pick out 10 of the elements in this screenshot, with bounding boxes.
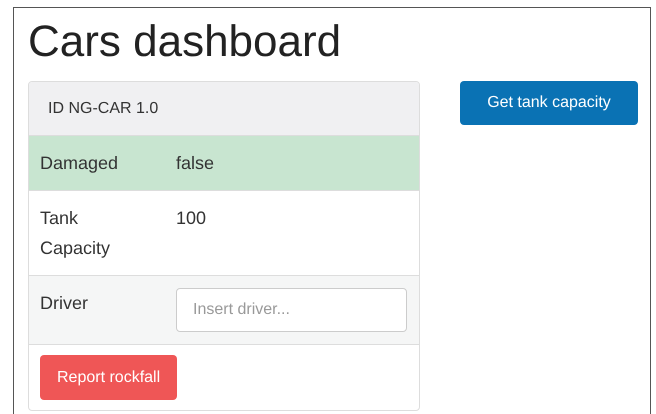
row-label: Tank Capacity bbox=[40, 207, 112, 260]
row-label: Driver bbox=[40, 292, 89, 315]
row-value: false bbox=[176, 152, 216, 175]
driver-input[interactable]: Insert driver... bbox=[176, 288, 407, 332]
row-value: 100 bbox=[176, 207, 208, 230]
get-capacity-button[interactable]: Get tank capacity bbox=[460, 81, 638, 125]
row-label: Damaged bbox=[40, 152, 120, 175]
panel-heading: ID NG-CAR 1.0 bbox=[29, 82, 419, 136]
report-button[interactable]: Report rockfall bbox=[40, 355, 178, 400]
page-title: Cars dashboard bbox=[28, 16, 342, 68]
